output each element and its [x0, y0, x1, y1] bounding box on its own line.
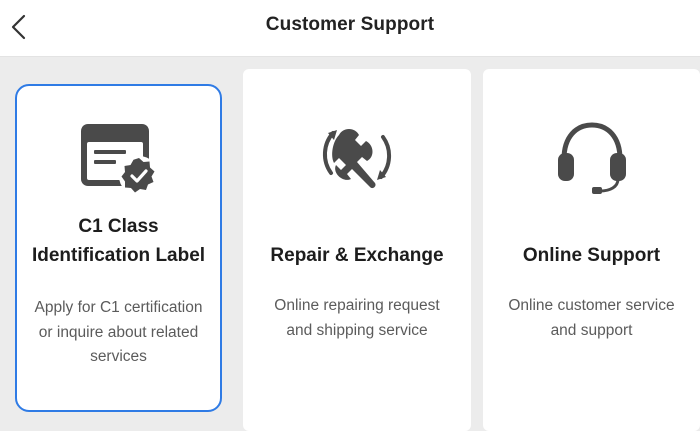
card-c1-identification-label[interactable]: C1 Class Identification Label Apply for …: [15, 84, 222, 412]
card-title: Repair & Exchange: [270, 245, 444, 266]
top-bar: Customer Support: [0, 0, 700, 57]
wrench-repair-icon: [315, 113, 399, 197]
certificate-badge-icon: [77, 118, 161, 202]
support-options: C1 Class Identification Label Apply for …: [0, 66, 700, 431]
card-description: Apply for C1 certification or inquire ab…: [34, 299, 203, 365]
card-description: Online customer service and support: [508, 297, 675, 339]
card-title: Online Support: [522, 245, 661, 266]
headset-icon: [550, 113, 634, 197]
page-title: Customer Support: [265, 14, 435, 35]
card-online-support[interactable]: Online Support Online customer service a…: [483, 69, 700, 431]
card-repair-exchange[interactable]: Repair & Exchange Online repairing reque…: [243, 69, 471, 431]
card-description: Online repairing request and shipping se…: [274, 297, 440, 339]
card-title: C1 Class Identification Label: [31, 216, 206, 266]
